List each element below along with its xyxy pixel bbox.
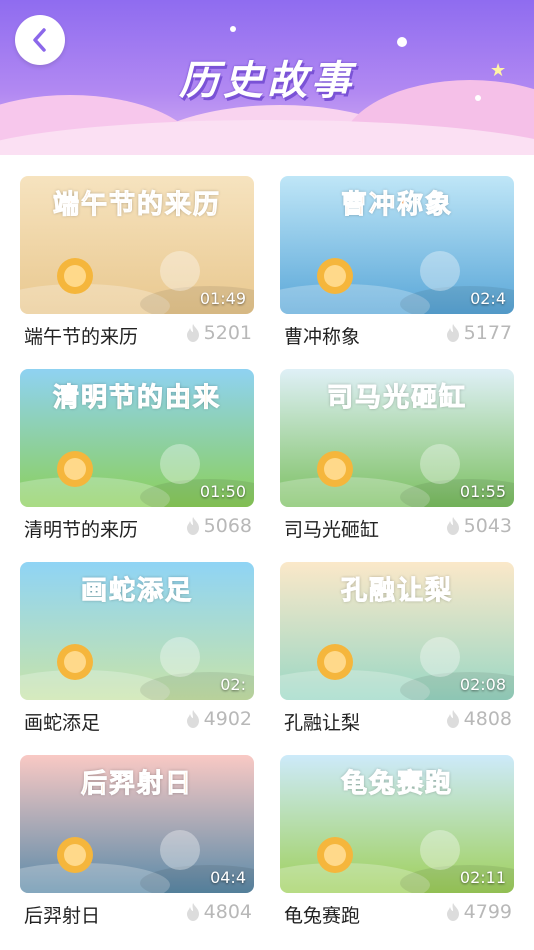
view-count: 4804 [185, 901, 252, 923]
story-title[interactable]: 后羿射日 [24, 901, 100, 928]
story-card[interactable]: 后羿射日 04:4 后羿射日 4804 [20, 755, 254, 941]
story-title[interactable]: 清明节的来历 [24, 515, 138, 542]
story-thumbnail[interactable]: 孔融让梨 02:08 [280, 562, 514, 700]
video-duration: 01:55 [459, 482, 506, 501]
story-thumbnail[interactable]: 画蛇添足 02: [20, 562, 254, 700]
story-thumbnail[interactable]: 曹冲称象 02:4 [280, 176, 514, 314]
thumbnail-title: 司马光砸缸 [326, 383, 467, 414]
flame-icon [186, 710, 199, 728]
view-count: 5043 [445, 515, 512, 537]
view-count: 5068 [185, 515, 252, 537]
story-thumbnail[interactable]: 司马光砸缸 01:55 [280, 369, 514, 507]
sparkle-dot [230, 26, 236, 32]
view-count: 4799 [445, 901, 512, 923]
view-count-number: 5043 [463, 515, 512, 537]
story-title[interactable]: 端午节的来历 [24, 322, 138, 349]
story-thumbnail[interactable]: 龟兔赛跑 02:11 [280, 755, 514, 893]
flame-icon [446, 517, 459, 535]
story-card[interactable]: 孔融让梨 02:08 孔融让梨 4808 [280, 562, 514, 748]
view-count-number: 5201 [203, 322, 252, 344]
video-duration: 01:50 [199, 482, 246, 501]
thumbnail-title: 后羿射日 [80, 769, 193, 800]
view-count: 4902 [185, 708, 252, 730]
view-count: 4808 [445, 708, 512, 730]
video-duration: 02: [220, 675, 246, 694]
story-card[interactable]: 曹冲称象 02:4 曹冲称象 5177 [280, 176, 514, 362]
video-duration: 04:4 [210, 868, 246, 887]
view-count-number: 4799 [463, 901, 512, 923]
story-card[interactable]: 端午节的来历 01:49 端午节的来历 5201 [20, 176, 254, 362]
view-count: 5177 [445, 322, 512, 344]
flame-icon [186, 903, 199, 921]
story-thumbnail[interactable]: 清明节的由来 01:50 [20, 369, 254, 507]
flame-icon [186, 517, 199, 535]
header: ★ 历史故事 [0, 0, 534, 155]
flame-icon [186, 324, 199, 342]
story-card[interactable]: 龟兔赛跑 02:11 龟兔赛跑 4799 [280, 755, 514, 941]
thumbnail-title: 画蛇添足 [80, 576, 193, 607]
page-title: 历史故事 [179, 58, 355, 104]
view-count-number: 4902 [203, 708, 252, 730]
flame-icon [446, 324, 459, 342]
story-card[interactable]: 画蛇添足 02: 画蛇添足 4902 [20, 562, 254, 748]
sparkle-dot [397, 37, 407, 47]
flame-icon [446, 710, 459, 728]
view-count: 5201 [185, 322, 252, 344]
thumbnail-title: 孔融让梨 [340, 576, 453, 607]
view-count-number: 4808 [463, 708, 512, 730]
video-duration: 02:08 [459, 675, 506, 694]
story-title[interactable]: 龟兔赛跑 [284, 901, 360, 928]
video-duration: 01:49 [199, 289, 246, 308]
story-title[interactable]: 孔融让梨 [284, 708, 360, 735]
story-card[interactable]: 清明节的由来 01:50 清明节的来历 5068 [20, 369, 254, 555]
story-card[interactable]: 司马光砸缸 01:55 司马光砸缸 5043 [280, 369, 514, 555]
thumbnail-title: 端午节的来历 [52, 190, 221, 221]
view-count-number: 4804 [203, 901, 252, 923]
story-title[interactable]: 画蛇添足 [24, 708, 100, 735]
view-count-number: 5068 [203, 515, 252, 537]
video-duration: 02:11 [459, 868, 506, 887]
thumbnail-title: 清明节的由来 [52, 383, 221, 414]
view-count-number: 5177 [463, 322, 512, 344]
thumbnail-title: 龟兔赛跑 [340, 769, 453, 800]
story-title[interactable]: 曹冲称象 [284, 322, 360, 349]
thumbnail-title: 曹冲称象 [340, 190, 453, 221]
video-duration: 02:4 [470, 289, 506, 308]
story-thumbnail[interactable]: 端午节的来历 01:49 [20, 176, 254, 314]
flame-icon [446, 903, 459, 921]
story-thumbnail[interactable]: 后羿射日 04:4 [20, 755, 254, 893]
story-title[interactable]: 司马光砸缸 [284, 515, 379, 542]
